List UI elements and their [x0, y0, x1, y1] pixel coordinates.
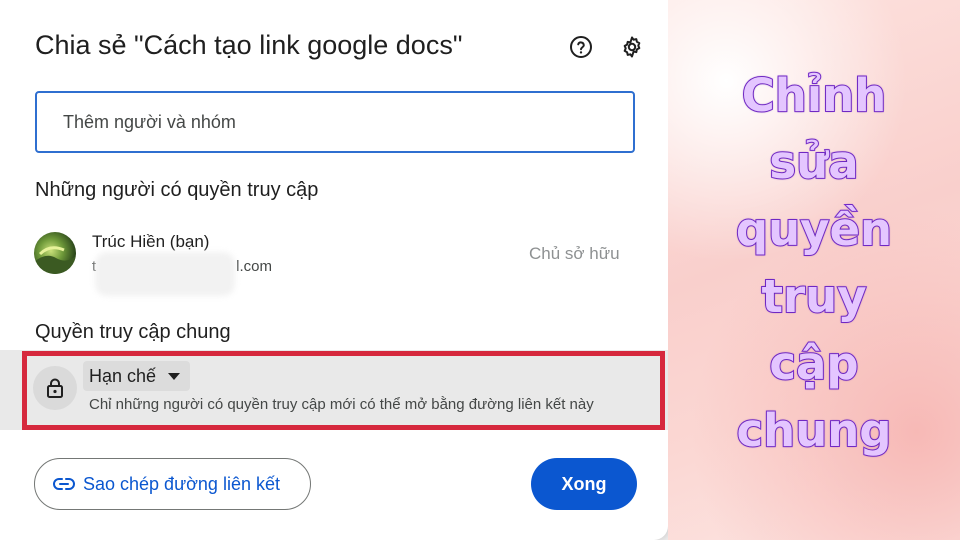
- done-button[interactable]: Xong: [531, 458, 637, 510]
- help-circle-icon[interactable]: [567, 33, 595, 61]
- copy-link-label: Sao chép đường liên kết: [83, 473, 280, 494]
- avatar: [34, 232, 76, 274]
- gear-icon[interactable]: [618, 33, 646, 61]
- copy-link-button[interactable]: Sao chép đường liên kết: [34, 458, 311, 510]
- user-name: Trúc Hiền (bạn): [92, 232, 210, 251]
- caption-panel: Chỉnh sửa quyền truy cập chung: [668, 0, 960, 540]
- highlight-annotation: [22, 351, 665, 430]
- dialog-title: Chia sẻ "Cách tạo link google docs": [35, 30, 463, 60]
- share-dialog: Chia sẻ "Cách tạo link google docs" Nhữn…: [0, 0, 668, 540]
- user-email-suffix: l.com: [236, 258, 273, 275]
- caption-text: Chỉnh sửa quyền truy cập chung: [735, 68, 893, 458]
- user-role: Chủ sở hữu: [529, 244, 620, 263]
- people-section-title: Những người có quyền truy cập: [35, 179, 319, 201]
- link-icon: [53, 477, 75, 491]
- add-people-input[interactable]: [35, 91, 635, 153]
- general-access-title: Quyền truy cập chung: [35, 321, 231, 343]
- email-redaction: [95, 252, 235, 296]
